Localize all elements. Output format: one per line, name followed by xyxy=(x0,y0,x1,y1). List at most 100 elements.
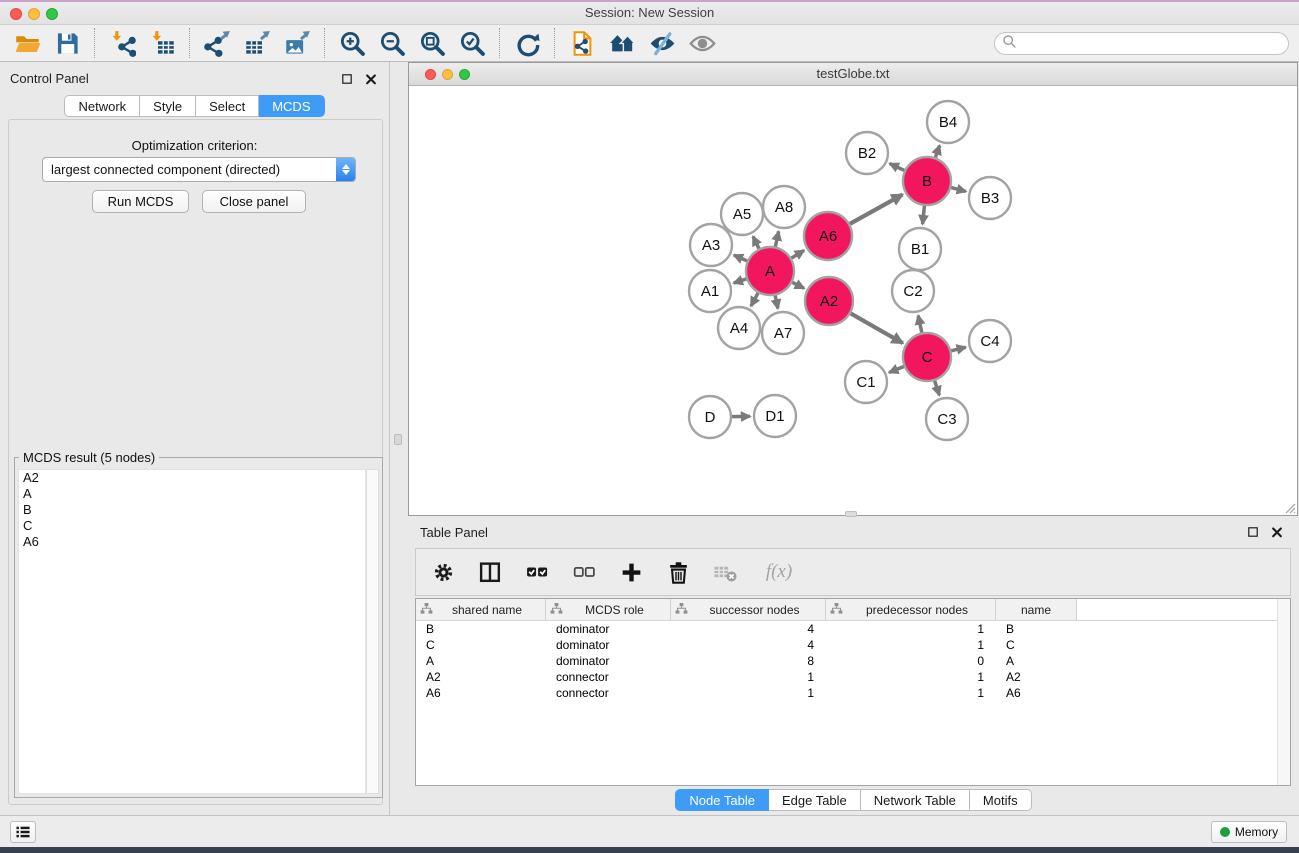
gear-icon[interactable] xyxy=(428,557,458,587)
network-graph[interactable]: B4 B2 B3 A5 A8 A3 B1 A1 C2 A4 A7 C4 C1 xyxy=(409,86,1296,514)
graph-node-A1[interactable]: A1 xyxy=(689,270,731,312)
graph-node-C1[interactable]: C1 xyxy=(845,361,887,403)
graph-node-C[interactable]: C xyxy=(903,333,951,381)
add-icon[interactable] xyxy=(616,557,646,587)
graph-edge-B-B3[interactable] xyxy=(951,188,966,192)
mcds-result-item[interactable]: B xyxy=(19,502,365,518)
column-header-MCDS-role[interactable]: MCDS role xyxy=(546,599,671,620)
table-cell[interactable]: 4 xyxy=(671,622,826,636)
table-cell[interactable]: 4 xyxy=(671,638,826,652)
float-table-panel-icon[interactable] xyxy=(1245,524,1261,540)
open-folder-icon[interactable] xyxy=(13,29,41,57)
import-network-icon[interactable] xyxy=(108,29,136,57)
graph-edge-A-A8[interactable] xyxy=(775,231,778,246)
search-field[interactable] xyxy=(994,32,1289,55)
graph-node-C4[interactable]: C4 xyxy=(969,320,1011,362)
graph-node-D1[interactable]: D1 xyxy=(754,395,796,437)
panel-splitter[interactable] xyxy=(390,62,408,815)
column-header-shared-name[interactable]: shared name xyxy=(416,599,546,620)
export-table-icon[interactable] xyxy=(243,29,271,57)
graph-node-B3[interactable]: B3 xyxy=(969,177,1011,219)
table-cell[interactable]: A xyxy=(416,654,546,668)
table-row[interactable]: A6connector11A6 xyxy=(416,685,1290,701)
graph-edge-A-A3[interactable] xyxy=(734,255,747,261)
minimize-window-button[interactable] xyxy=(28,8,40,20)
table-cell[interactable]: C xyxy=(416,638,546,652)
window-resize-grip[interactable] xyxy=(1283,501,1296,514)
table-cell[interactable]: 0 xyxy=(826,654,996,668)
table-cell[interactable]: A2 xyxy=(416,670,546,684)
search-input[interactable] xyxy=(1017,35,1288,53)
refresh-icon[interactable] xyxy=(513,29,541,57)
graph-node-A5[interactable]: A5 xyxy=(721,193,763,235)
table-row[interactable]: A2connector11A2 xyxy=(416,669,1290,685)
table-cell[interactable]: B xyxy=(416,622,546,636)
mcds-result-item[interactable]: C xyxy=(19,518,365,534)
memory-button[interactable]: Memory xyxy=(1211,821,1287,843)
graph-node-D[interactable]: D xyxy=(689,396,731,438)
graph-node-B4[interactable]: B4 xyxy=(927,101,969,143)
export-image-icon[interactable] xyxy=(283,29,311,57)
float-panel-icon[interactable] xyxy=(339,71,355,87)
tab-mcds[interactable]: MCDS xyxy=(259,95,324,117)
import-table-icon[interactable] xyxy=(148,29,176,57)
column-header-successor-nodes[interactable]: successor nodes xyxy=(671,599,826,620)
task-history-button[interactable] xyxy=(10,821,36,843)
graph-node-C3[interactable]: C3 xyxy=(926,398,968,440)
table-cell[interactable]: 1 xyxy=(826,670,996,684)
table-cell[interactable]: A xyxy=(996,654,1077,668)
close-panel-button[interactable]: Close panel xyxy=(202,190,306,213)
columns-icon[interactable] xyxy=(475,557,505,587)
splitter-handle[interactable] xyxy=(394,434,402,445)
graph-node-A8[interactable]: A8 xyxy=(763,186,805,228)
mcds-result-scrollbar[interactable] xyxy=(366,469,379,794)
save-icon[interactable] xyxy=(53,29,81,57)
table-cell[interactable]: 1 xyxy=(826,622,996,636)
network-canvas[interactable]: B4 B2 B3 A5 A8 A3 B1 A1 C2 A4 A7 C4 C1 xyxy=(409,86,1297,515)
graph-node-B1[interactable]: B1 xyxy=(899,228,941,270)
graph-node-B[interactable]: B xyxy=(903,157,951,205)
table-cell[interactable]: A6 xyxy=(996,686,1077,700)
table-row[interactable]: Bdominator41B xyxy=(416,621,1290,637)
table-cell[interactable]: connector xyxy=(546,686,671,700)
zoom-selected-icon[interactable] xyxy=(458,29,486,57)
graph-edge-C-C2[interactable] xyxy=(918,315,922,332)
graph-node-A[interactable]: A xyxy=(746,247,794,295)
table-row[interactable]: Cdominator41C xyxy=(416,637,1290,653)
network-minimize-button[interactable] xyxy=(442,69,453,80)
table-cell[interactable]: 1 xyxy=(826,638,996,652)
table-cell[interactable]: 1 xyxy=(671,670,826,684)
graph-edge-C-C4[interactable] xyxy=(951,347,966,351)
mcds-result-item[interactable]: A2 xyxy=(19,470,365,486)
graph-edge-A-A5[interactable] xyxy=(753,236,759,248)
table-cell[interactable]: 1 xyxy=(826,686,996,700)
graph-node-A3[interactable]: A3 xyxy=(690,224,732,266)
column-header-name[interactable]: name xyxy=(996,599,1077,620)
table-cell[interactable]: connector xyxy=(546,670,671,684)
network-zoom-button[interactable] xyxy=(459,69,470,80)
tab-network[interactable]: Network xyxy=(64,95,140,117)
trash-icon[interactable] xyxy=(663,557,693,587)
graph-edge-A6-B[interactable] xyxy=(850,195,903,224)
graph-edge-A-A6[interactable] xyxy=(791,250,804,258)
table-cell[interactable]: dominator xyxy=(546,622,671,636)
mcds-result-item[interactable]: A xyxy=(19,486,365,502)
show-graphics-icon[interactable] xyxy=(688,29,716,57)
table-row[interactable]: Adominator80A xyxy=(416,653,1290,669)
table-cell[interactable]: A6 xyxy=(416,686,546,700)
graph-edge-A-A4[interactable] xyxy=(751,293,758,306)
tab-motifs[interactable]: Motifs xyxy=(970,789,1032,811)
close-window-button[interactable] xyxy=(10,8,22,20)
zoom-in-icon[interactable] xyxy=(338,29,366,57)
clear-selection-icon[interactable] xyxy=(569,557,599,587)
column-header-predecessor-nodes[interactable]: predecessor nodes xyxy=(826,599,996,620)
table-cell[interactable]: 1 xyxy=(671,686,826,700)
graph-node-A4[interactable]: A4 xyxy=(718,307,760,349)
graph-node-B2[interactable]: B2 xyxy=(846,132,888,174)
tab-network-table[interactable]: Network Table xyxy=(861,789,970,811)
home-icon[interactable] xyxy=(608,29,636,57)
graph-edge-B-B4[interactable] xyxy=(935,146,939,158)
table-cell[interactable]: 8 xyxy=(671,654,826,668)
graph-node-A6[interactable]: A6 xyxy=(804,212,852,260)
export-network-icon[interactable] xyxy=(203,29,231,57)
